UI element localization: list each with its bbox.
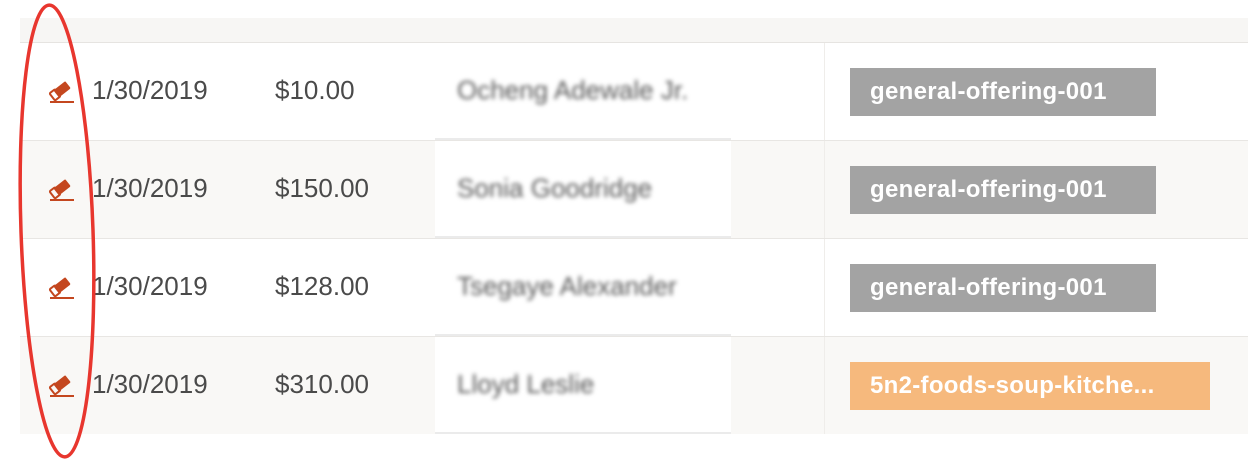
table-row: 1/30/2019 $310.00 Lloyd Leslie 5n2-foods… — [20, 337, 1248, 434]
fund-tag[interactable]: 5n2-foods-soup-kitche... — [850, 362, 1210, 410]
date-cell: 1/30/2019 — [92, 75, 208, 105]
table-row: 1/30/2019 $150.00 Sonia Goodridge genera… — [20, 141, 1248, 239]
transactions-table: 1/30/2019 $10.00 Ocheng Adewale Jr. gene… — [20, 18, 1248, 434]
edit-icon[interactable] — [48, 175, 76, 203]
edit-icon[interactable] — [48, 371, 76, 399]
fund-tag[interactable]: general-offering-001 — [850, 68, 1156, 116]
fund-tag[interactable]: general-offering-001 — [850, 166, 1156, 214]
edit-icon[interactable] — [48, 77, 76, 105]
edit-icon[interactable] — [48, 273, 76, 301]
donor-name: Ocheng Adewale Jr. — [457, 75, 689, 105]
amount-cell: $310.00 — [275, 369, 369, 399]
column-divider — [824, 337, 825, 434]
table-header — [20, 18, 1248, 43]
donor-cell: Ocheng Adewale Jr. — [435, 43, 731, 140]
amount-cell: $150.00 — [275, 173, 369, 203]
table-row: 1/30/2019 $128.00 Tsegaye Alexander gene… — [20, 239, 1248, 337]
amount-cell: $10.00 — [275, 75, 355, 105]
column-divider — [824, 141, 825, 238]
donor-name: Sonia Goodridge — [457, 173, 653, 203]
date-cell: 1/30/2019 — [92, 173, 208, 203]
donor-name: Lloyd Leslie — [457, 369, 595, 399]
donor-cell: Tsegaye Alexander — [435, 239, 731, 336]
column-divider — [824, 43, 825, 140]
date-cell: 1/30/2019 — [92, 369, 208, 399]
fund-tag[interactable]: general-offering-001 — [850, 264, 1156, 312]
amount-cell: $128.00 — [275, 271, 369, 301]
column-divider — [824, 239, 825, 336]
donor-cell: Sonia Goodridge — [435, 141, 731, 238]
table-row: 1/30/2019 $10.00 Ocheng Adewale Jr. gene… — [20, 43, 1248, 141]
date-cell: 1/30/2019 — [92, 271, 208, 301]
donor-name: Tsegaye Alexander — [457, 271, 677, 301]
donor-cell: Lloyd Leslie — [435, 337, 731, 434]
